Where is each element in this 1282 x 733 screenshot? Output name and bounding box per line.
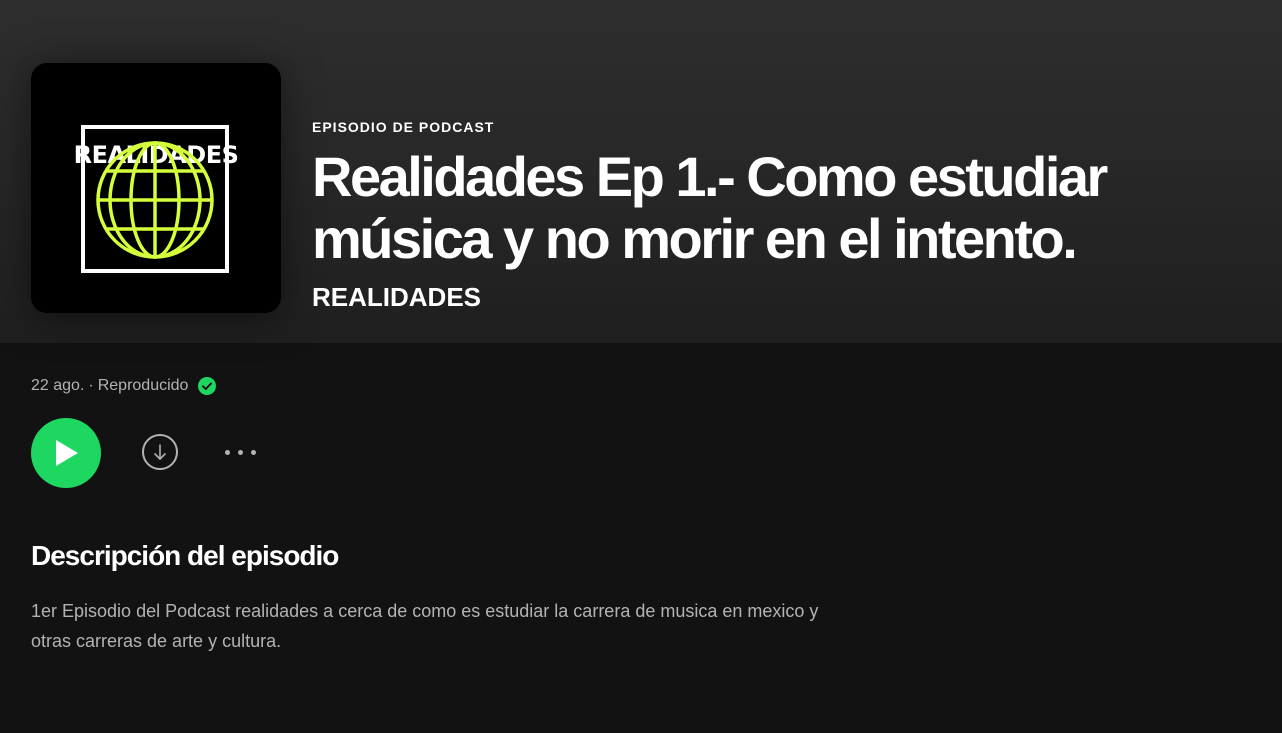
more-options-button[interactable] [219, 440, 263, 464]
show-name-link[interactable]: REALIDADES [312, 282, 1242, 312]
episode-page: REALIDADES EPISODIO DE PODCAST Realidade… [0, 0, 1282, 733]
release-date: 22 ago. [31, 377, 85, 394]
meta-separator: · [88, 377, 94, 394]
more-options-icon [225, 450, 230, 455]
episode-sub-meta: 22 ago. · Reproducido [31, 376, 217, 396]
download-button[interactable] [142, 434, 178, 470]
more-options-icon [238, 450, 243, 455]
download-icon [154, 444, 166, 460]
globe-icon [96, 141, 214, 259]
action-bar [31, 418, 331, 488]
play-icon [56, 440, 78, 466]
episode-header: REALIDADES EPISODIO DE PODCAST Realidade… [0, 0, 1282, 343]
episode-meta: EPISODIO DE PODCAST Realidades Ep 1.- Co… [312, 118, 1242, 312]
episode-title: Realidades Ep 1.- Como estudiar música y… [312, 145, 1108, 270]
description-body: 1er Episodio del Podcast realidades a ce… [31, 601, 819, 651]
check-circle-icon [198, 377, 217, 395]
description-heading: Descripción del episodio [31, 540, 339, 571]
play-button[interactable] [31, 418, 101, 488]
cover-art: REALIDADES [31, 63, 281, 313]
more-options-icon [251, 450, 256, 455]
episode-type-label: EPISODIO DE PODCAST [312, 119, 495, 135]
played-status: Reproducido [97, 377, 189, 394]
